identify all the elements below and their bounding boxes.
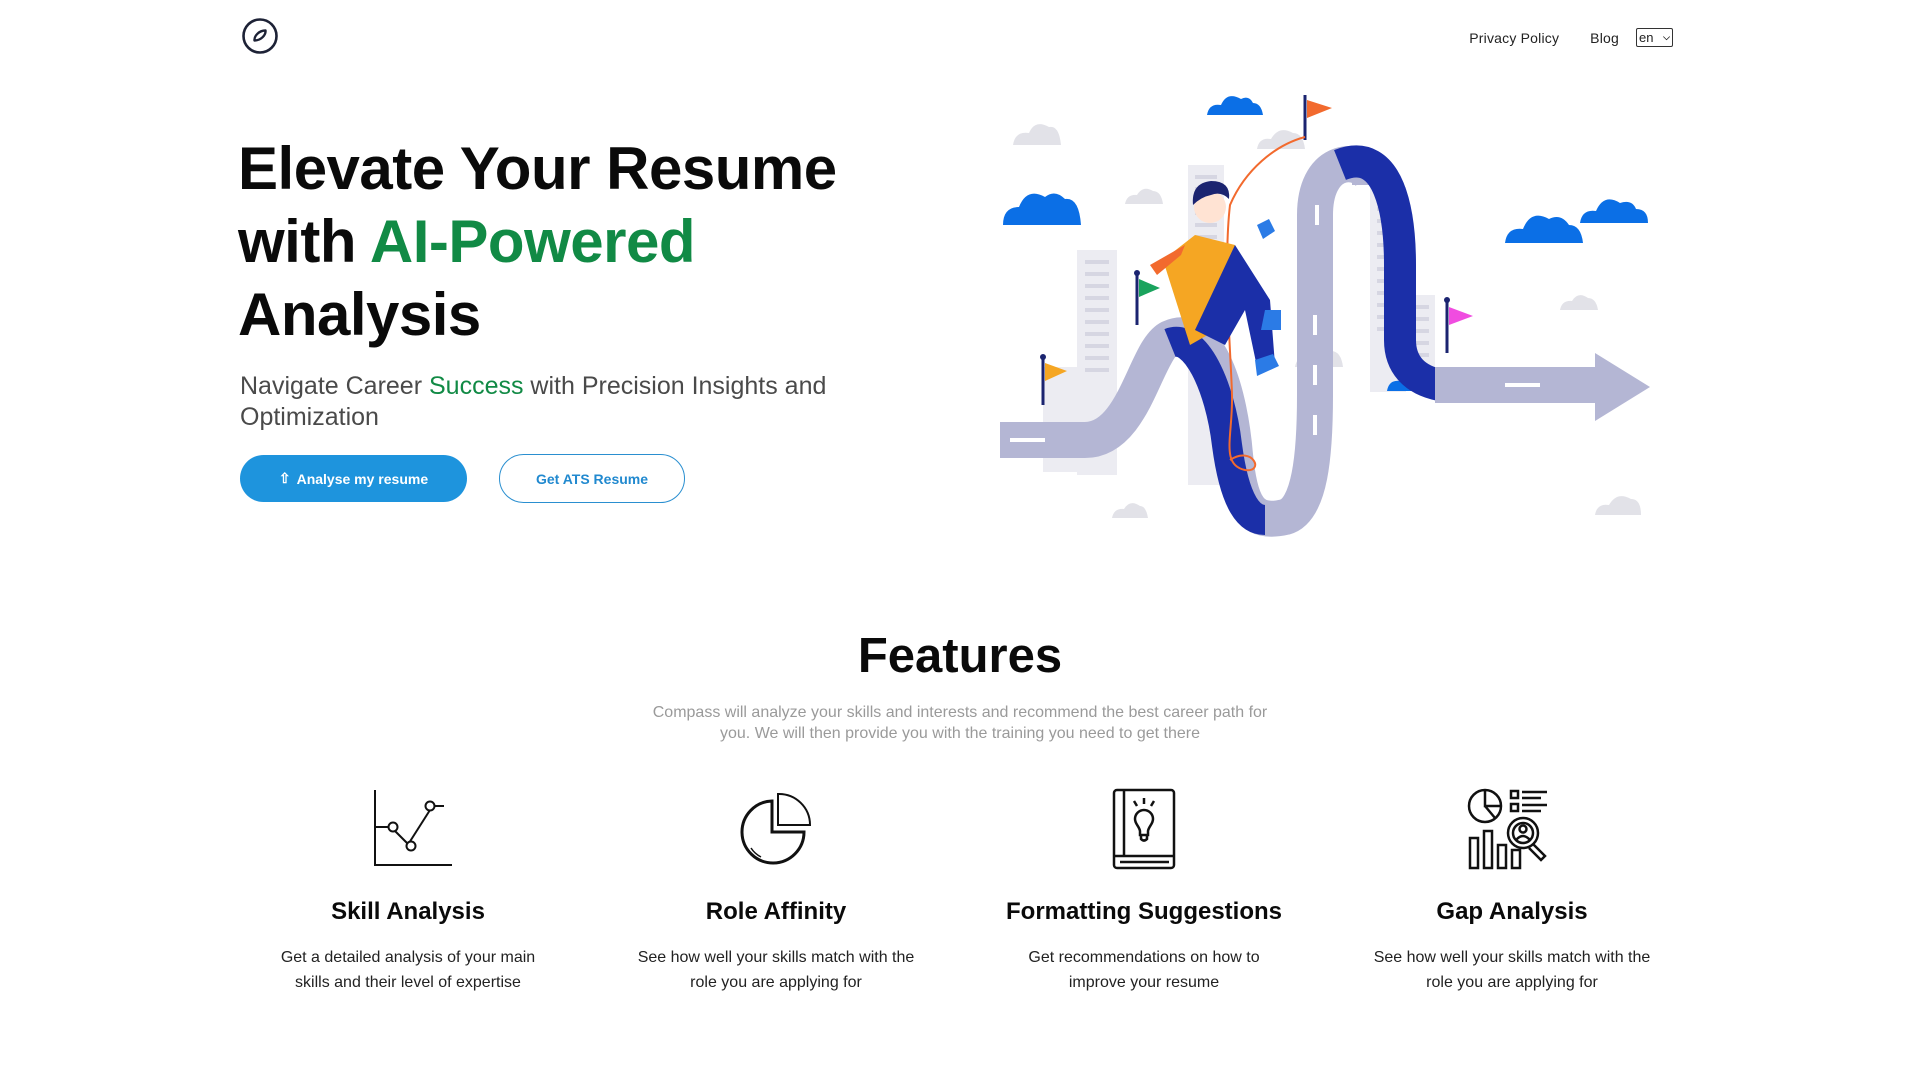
feature-description: See how well your skills match with the …	[1373, 949, 1651, 991]
hero-title-line1: Elevate Your Resume	[238, 135, 837, 202]
career-road-climber-illustration	[1000, 95, 1650, 537]
feature-title: Skill Analysis	[331, 898, 485, 925]
header: Privacy Policy Blog en ⌵	[0, 0, 1920, 72]
upload-arrow-icon: ⇧	[278, 470, 291, 486]
feature-description: Get recommendations on how to improve yo…	[1028, 949, 1260, 991]
road-navy	[1164, 326, 1267, 535]
chevron-down-icon: ⌵	[1663, 32, 1670, 42]
hero-title-line2-prefix: with	[238, 208, 370, 275]
top-nav: Privacy Policy Blog en ⌵	[1469, 28, 1673, 47]
hero-subtitle-accent: Success	[428, 372, 524, 400]
data-analysis-search-icon	[1467, 788, 1547, 870]
analyse-resume-button[interactable]: ⇧ Analyse my resume	[240, 455, 467, 502]
feature-card-skill-analysis: Skill Analysis Get a detailed analysis o…	[243, 788, 573, 991]
compass-icon[interactable]	[241, 17, 279, 55]
features-title: Features	[857, 629, 1063, 683]
feature-description: See how well your skills match with the …	[637, 949, 915, 991]
hero-subtitle: Navigate Career Success with Precision I…	[240, 371, 900, 433]
pie-chart-icon	[740, 792, 812, 865]
hero-title-accent: AI-Powered	[369, 208, 696, 275]
feature-card-gap-analysis: Gap Analysis See how well your skills ma…	[1347, 788, 1677, 991]
feature-title: Gap Analysis	[1436, 898, 1588, 925]
hero-subtitle-prefix: Navigate Career	[240, 372, 429, 400]
analyse-resume-label: Analyse my resume	[296, 470, 429, 487]
get-ats-resume-button[interactable]: Get ATS Resume	[499, 454, 685, 503]
lightbulb-book-icon	[1112, 788, 1176, 870]
road-arrow-head	[1595, 353, 1650, 421]
hero-title: Elevate Your Resume with AI-Powered Anal…	[238, 132, 938, 351]
features-description: Compass will analyze your skills and int…	[652, 704, 1268, 742]
feature-title: Role Affinity	[705, 898, 847, 925]
feature-title: Formatting Suggestions	[1006, 898, 1282, 925]
feature-card-formatting-suggestions: Formatting Suggestions Get recommendatio…	[979, 788, 1309, 991]
get-ats-resume-label: Get ATS Resume	[535, 470, 649, 487]
feature-description: Get a detailed analysis of your main ski…	[280, 949, 536, 991]
nav-blog[interactable]: Blog	[1590, 30, 1619, 46]
feature-card-role-affinity: Role Affinity See how well your skills m…	[611, 788, 941, 991]
language-select[interactable]: en ⌵	[1636, 28, 1673, 47]
language-select-value: en	[1639, 30, 1654, 45]
hero-title-line3: Analysis	[238, 281, 481, 348]
nav-privacy-policy[interactable]: Privacy Policy	[1469, 30, 1559, 46]
line-chart-icon	[374, 790, 452, 866]
